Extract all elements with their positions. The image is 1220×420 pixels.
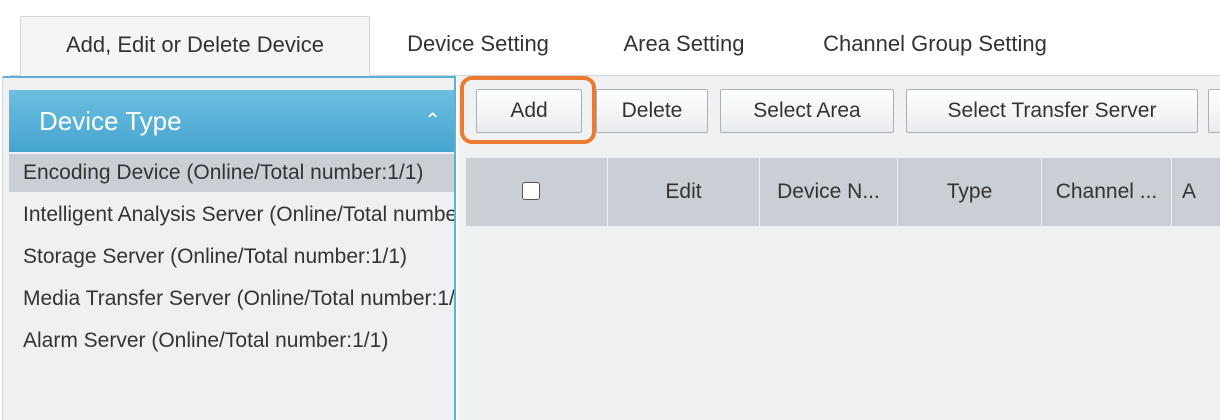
select-all-column [466, 158, 608, 226]
device-type-title: Device Type [39, 106, 182, 136]
tab-bar: Add, Edit or Delete Device Device Settin… [0, 0, 1220, 76]
panel-accent-line [3, 76, 454, 78]
add-button[interactable]: Add [476, 89, 582, 133]
select-all-checkbox[interactable] [522, 182, 540, 200]
column-header-edit[interactable]: ▲ Edit [608, 158, 760, 226]
select-transfer-server-button[interactable]: Select Transfer Server [906, 89, 1198, 133]
select-area-button[interactable]: Select Area [720, 89, 894, 133]
device-type-item-alarm[interactable]: Alarm Server (Online/Total number:1/1) [9, 322, 454, 360]
table-header: ▲ Edit Device N... Type Channel ... A [466, 158, 1220, 226]
device-list-panel: Add Delete Select Area Select Transfer S… [458, 76, 1220, 420]
tab-add-edit-delete-device[interactable]: Add, Edit or Delete Device [20, 16, 370, 76]
column-header-type[interactable]: Type [898, 158, 1042, 226]
column-label-edit: Edit [665, 180, 702, 203]
device-type-panel: Device Type ⌃ Encoding Device (Online/To… [2, 76, 456, 420]
tab-channel-group-setting[interactable]: Channel Group Setting [790, 16, 1080, 76]
delete-button[interactable]: Delete [596, 89, 708, 133]
device-type-item-encoding[interactable]: Encoding Device (Online/Total number:1/1… [9, 154, 454, 192]
tab-area-setting[interactable]: Area Setting [596, 16, 772, 76]
device-type-item-media-transfer[interactable]: Media Transfer Server (Online/Total numb… [9, 280, 454, 318]
tab-device-setting[interactable]: Device Setting [380, 16, 576, 76]
column-header-device-name[interactable]: Device N... [760, 158, 898, 226]
more-toolbar-button[interactable] [1208, 89, 1220, 133]
column-header-more[interactable]: A [1172, 158, 1220, 226]
device-type-item-storage[interactable]: Storage Server (Online/Total number:1/1) [9, 238, 454, 276]
chevron-up-icon[interactable]: ⌃ [424, 90, 441, 152]
device-type-item-intelligent-analysis[interactable]: Intelligent Analysis Server (Online/Tota… [9, 196, 454, 234]
device-type-header[interactable]: Device Type ⌃ [9, 90, 454, 152]
column-header-channel[interactable]: Channel ... [1042, 158, 1172, 226]
